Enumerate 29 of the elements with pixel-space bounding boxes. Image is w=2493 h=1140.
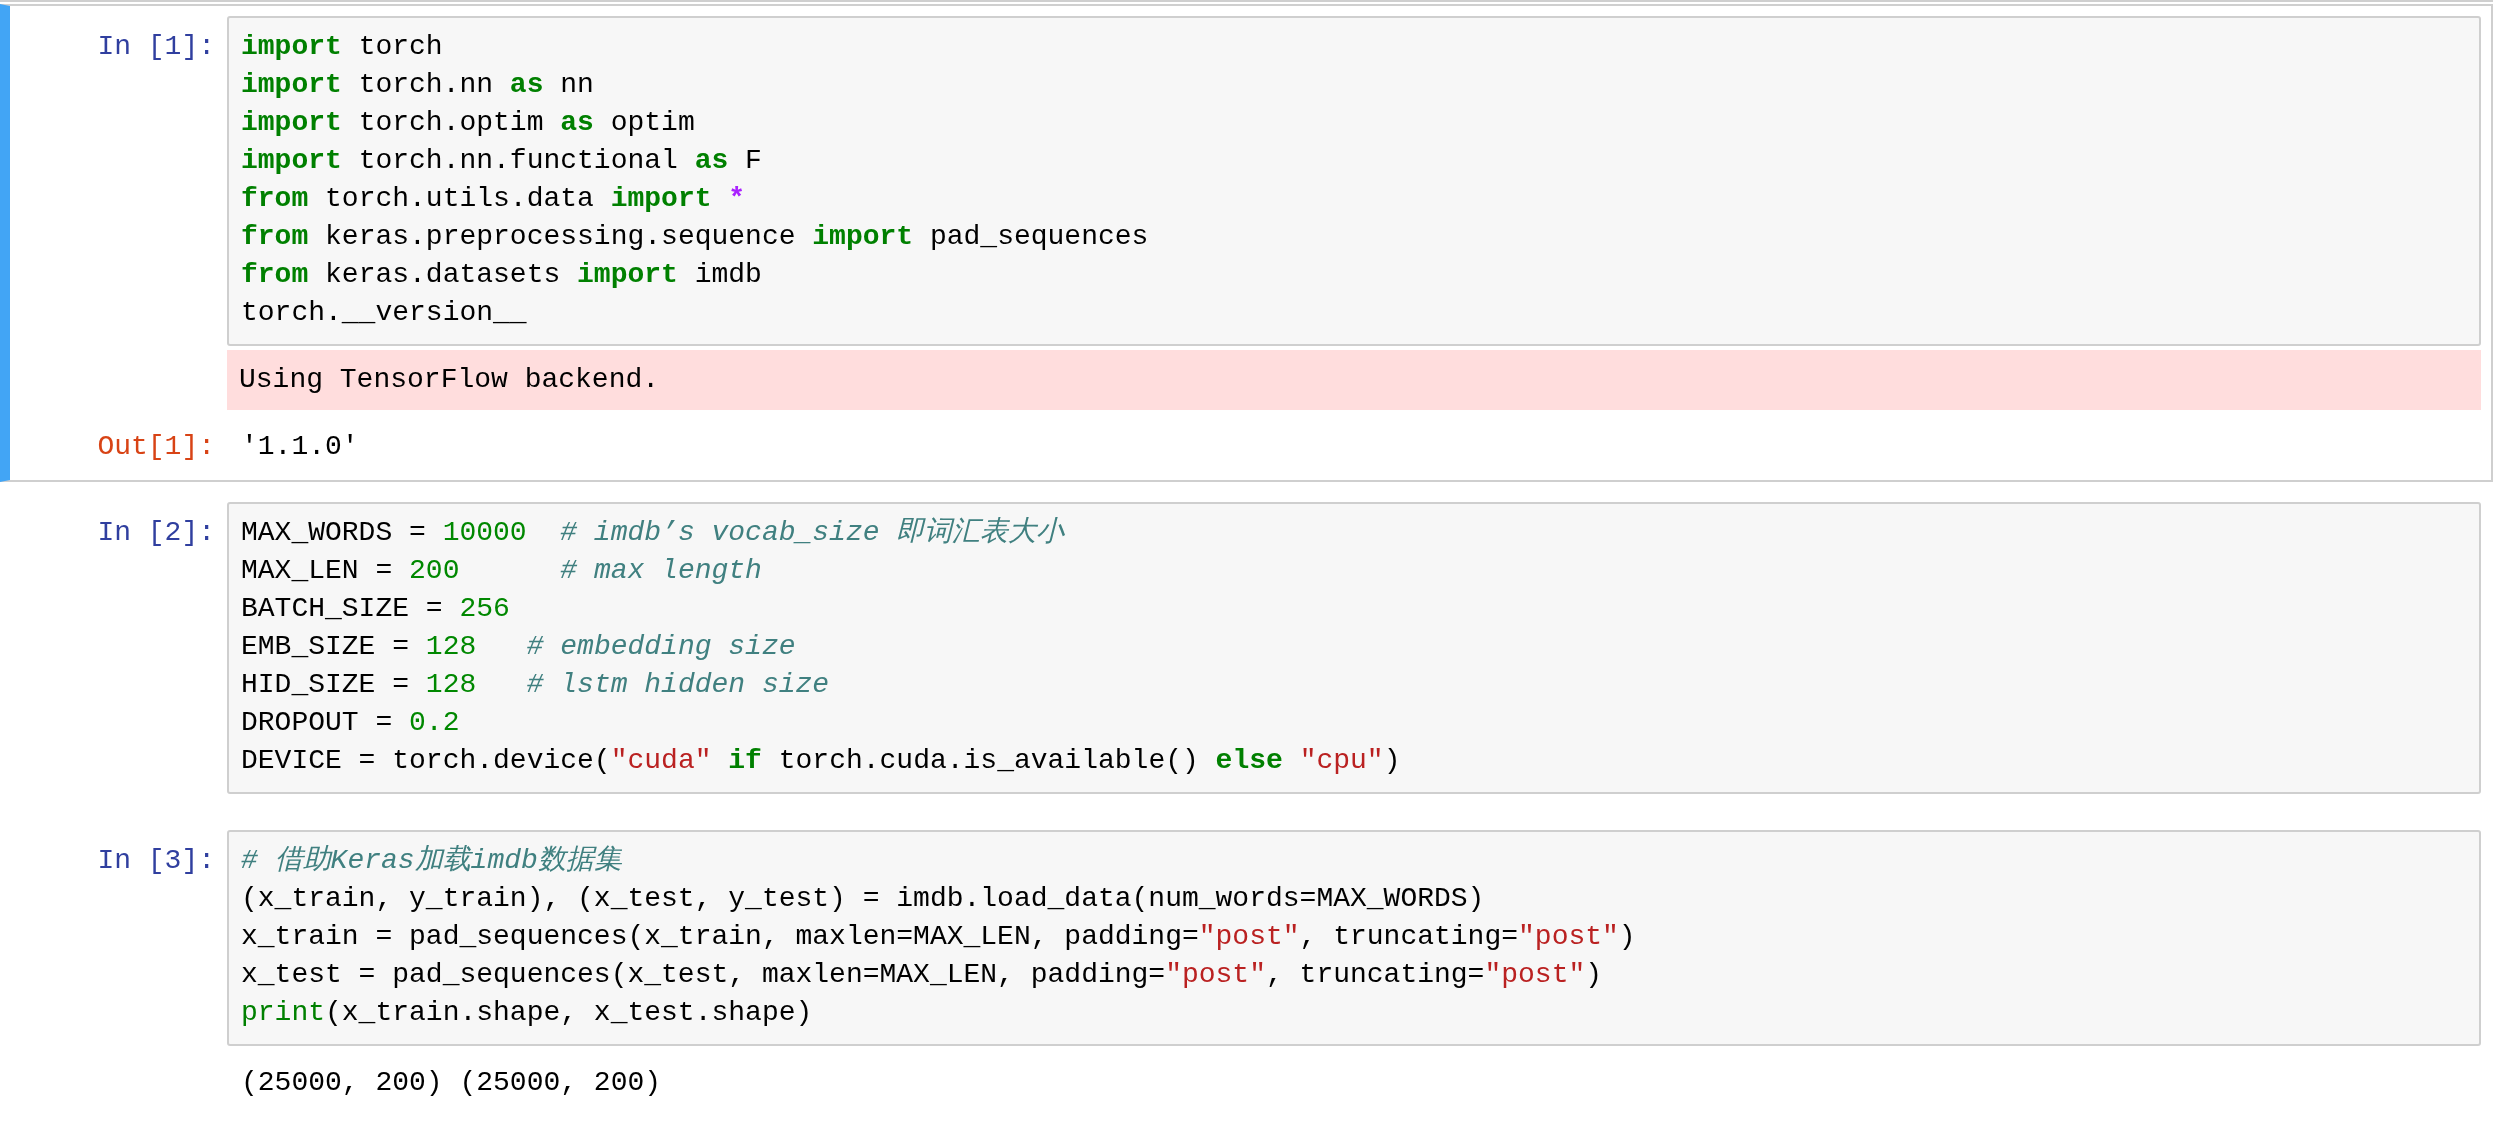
- code-line: (x_train, y_train), (x_test, y_test) = imdb.load_data(num_words=MAX_WORDS): [241, 882, 1486, 916]
- output-prompt: Out[1]:: [96, 430, 216, 464]
- code-line: from torch.utils.data import *: [241, 182, 747, 216]
- code-line: import torch.nn.functional as F: [241, 144, 763, 178]
- code-line: import torch.optim as optim: [241, 106, 696, 140]
- input-prompt: In [3]:: [96, 844, 216, 878]
- code-line: MAX_LEN = 200 # max length: [241, 554, 763, 588]
- code-line: x_train = pad_sequences(x_train, maxlen=MAX_LEN, padding="post", truncating="post"): [241, 920, 1637, 954]
- output-text: '1.1.0': [240, 430, 360, 464]
- code-line: import torch: [241, 30, 444, 64]
- notebook-cell[interactable]: [0, 4, 2493, 482]
- code-line: BATCH_SIZE = 256: [241, 592, 511, 626]
- code-line: import torch.nn as nn: [241, 68, 595, 102]
- input-prompt: In [2]:: [96, 516, 216, 550]
- output-text: (25000, 200) (25000, 200): [240, 1066, 663, 1100]
- code-line: HID_SIZE = 128 # lstm hidden size: [241, 668, 831, 702]
- code-line: # 借助Keras加载imdb数据集: [241, 844, 623, 878]
- code-line: EMB_SIZE = 128 # embedding size: [241, 630, 797, 664]
- input-prompt: In [1]:: [96, 30, 216, 64]
- code-line: DEVICE = torch.device("cuda" if torch.cuda.is_available() else "cpu"): [241, 744, 1402, 778]
- code-line: DROPOUT = 0.2: [241, 706, 461, 740]
- code-line: from keras.datasets import imdb: [241, 258, 763, 292]
- code-editor[interactable]: [227, 830, 2481, 1046]
- code-line: from keras.preprocessing.sequence import pad_sequences: [241, 220, 1150, 254]
- code-line: print(x_train.shape, x_test.shape): [241, 996, 814, 1030]
- code-line: MAX_WORDS = 10000 # imdb’s vocab_size 即词汇表大小: [241, 516, 1066, 550]
- stderr-output: Using TensorFlow backend.: [227, 350, 2481, 410]
- code-line: torch.__version__: [241, 296, 528, 330]
- code-line: x_test = pad_sequences(x_test, maxlen=MAX_LEN, padding="post", truncating="post"): [241, 958, 1604, 992]
